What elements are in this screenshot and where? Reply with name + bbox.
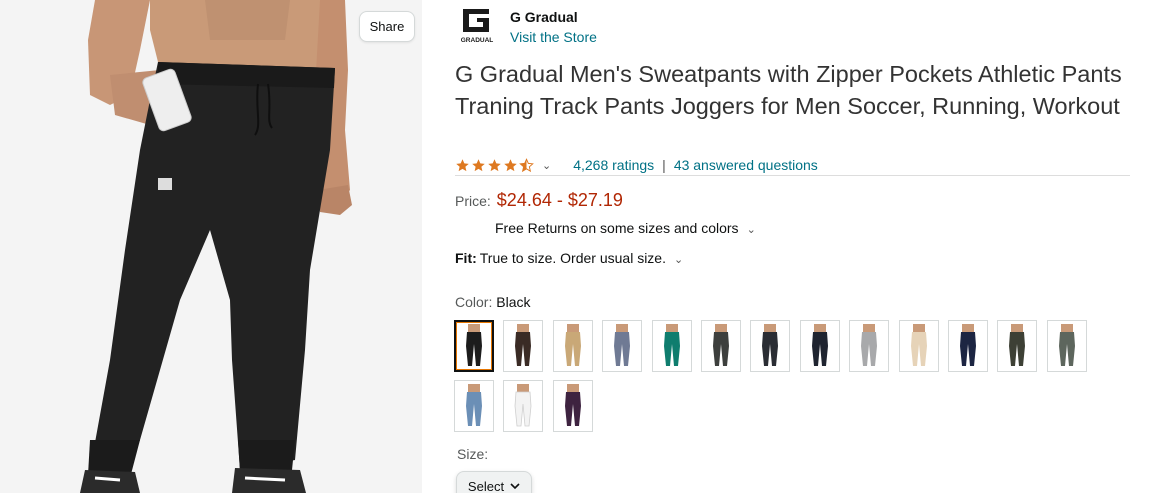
chevron-down-icon: ⌄ bbox=[673, 254, 684, 266]
swatch-thumbnail bbox=[564, 324, 581, 366]
selected-color: Black bbox=[496, 294, 531, 310]
size-label: Size: bbox=[457, 446, 489, 462]
swatch-thumbnail bbox=[960, 324, 976, 366]
color-swatch[interactable] bbox=[552, 380, 593, 432]
product-main-image[interactable]: Share bbox=[0, 0, 422, 493]
swatch-thumbnail bbox=[861, 324, 878, 366]
price-value: $24.64 - $27.19 bbox=[496, 190, 623, 210]
rating-row: ⌄ 4,268 ratings | 43 answered questions bbox=[455, 155, 818, 175]
size-select-label: Select bbox=[467, 478, 505, 493]
answered-questions-link[interactable]: 43 answered questions bbox=[674, 157, 818, 173]
color-swatch[interactable] bbox=[503, 380, 544, 432]
color-swatch[interactable] bbox=[701, 320, 741, 372]
fit-value: True to size. Order usual size. bbox=[479, 250, 666, 266]
logo-wordmark: GRADUAL bbox=[461, 37, 494, 44]
swatch-thumbnail bbox=[614, 324, 631, 366]
swatch-thumbnail bbox=[1009, 324, 1026, 366]
price-label: Price: bbox=[455, 193, 491, 209]
swatch-thumbnail bbox=[466, 324, 482, 366]
chevron-down-icon: ⌄ bbox=[746, 224, 756, 236]
free-returns-link[interactable]: Free Returns on some sizes and colors ⌄ bbox=[495, 220, 756, 236]
half-star-icon bbox=[519, 157, 534, 172]
share-button[interactable]: Share bbox=[359, 11, 415, 42]
color-row: Color: Black bbox=[455, 294, 530, 310]
color-swatch[interactable] bbox=[750, 320, 791, 372]
share-label: Share bbox=[369, 19, 405, 34]
color-swatch[interactable] bbox=[454, 380, 494, 432]
brand-logo[interactable]: GRADUAL bbox=[455, 5, 499, 45]
divider bbox=[455, 175, 1130, 176]
star-icon bbox=[472, 158, 485, 171]
size-select[interactable]: Select bbox=[456, 471, 532, 493]
color-label: Color: bbox=[455, 294, 493, 310]
star-icon bbox=[456, 158, 469, 171]
product-photo bbox=[0, 0, 422, 493]
swatch-thumbnail bbox=[564, 384, 581, 426]
chevron-down-icon bbox=[510, 482, 520, 489]
swatch-thumbnail bbox=[713, 324, 729, 366]
swatch-thumbnail bbox=[663, 324, 680, 366]
price-row: Price: $24.64 - $27.19 bbox=[455, 190, 623, 211]
star-icon bbox=[488, 158, 501, 171]
star-icon bbox=[504, 158, 517, 171]
star-rating[interactable] bbox=[455, 157, 534, 173]
color-swatch[interactable] bbox=[898, 320, 939, 372]
chevron-down-icon[interactable]: ⌄ bbox=[542, 159, 551, 172]
swatch-thumbnail bbox=[1058, 324, 1075, 366]
color-swatch[interactable] bbox=[997, 320, 1038, 372]
ratings-separator: | bbox=[662, 157, 666, 173]
swatch-thumbnail bbox=[466, 384, 482, 426]
color-swatch[interactable] bbox=[454, 320, 494, 372]
color-swatch[interactable] bbox=[651, 320, 692, 372]
color-swatch[interactable] bbox=[552, 320, 593, 372]
product-title: G Gradual Men's Sweatpants with Zipper P… bbox=[455, 61, 1122, 119]
color-swatch[interactable] bbox=[948, 320, 988, 372]
color-swatch[interactable] bbox=[1046, 320, 1087, 372]
color-swatch[interactable] bbox=[503, 320, 544, 372]
free-returns-text: Free Returns on some sizes and colors bbox=[495, 220, 739, 236]
fit-row[interactable]: Fit: True to size. Order usual size. ⌄ bbox=[455, 250, 683, 266]
brand-name: G Gradual bbox=[510, 9, 578, 25]
color-swatch[interactable] bbox=[849, 320, 890, 372]
visit-store-link[interactable]: Visit the Store bbox=[510, 29, 597, 45]
fit-label: Fit: bbox=[455, 250, 477, 266]
color-swatch[interactable] bbox=[799, 320, 840, 372]
swatch-thumbnail bbox=[811, 324, 828, 366]
swatch-thumbnail bbox=[762, 324, 779, 366]
swatch-thumbnail bbox=[910, 324, 927, 366]
ratings-count-link[interactable]: 4,268 ratings bbox=[573, 157, 654, 173]
swatch-thumbnail bbox=[515, 324, 532, 366]
swatch-thumbnail bbox=[514, 384, 532, 427]
color-swatch[interactable] bbox=[602, 320, 643, 372]
